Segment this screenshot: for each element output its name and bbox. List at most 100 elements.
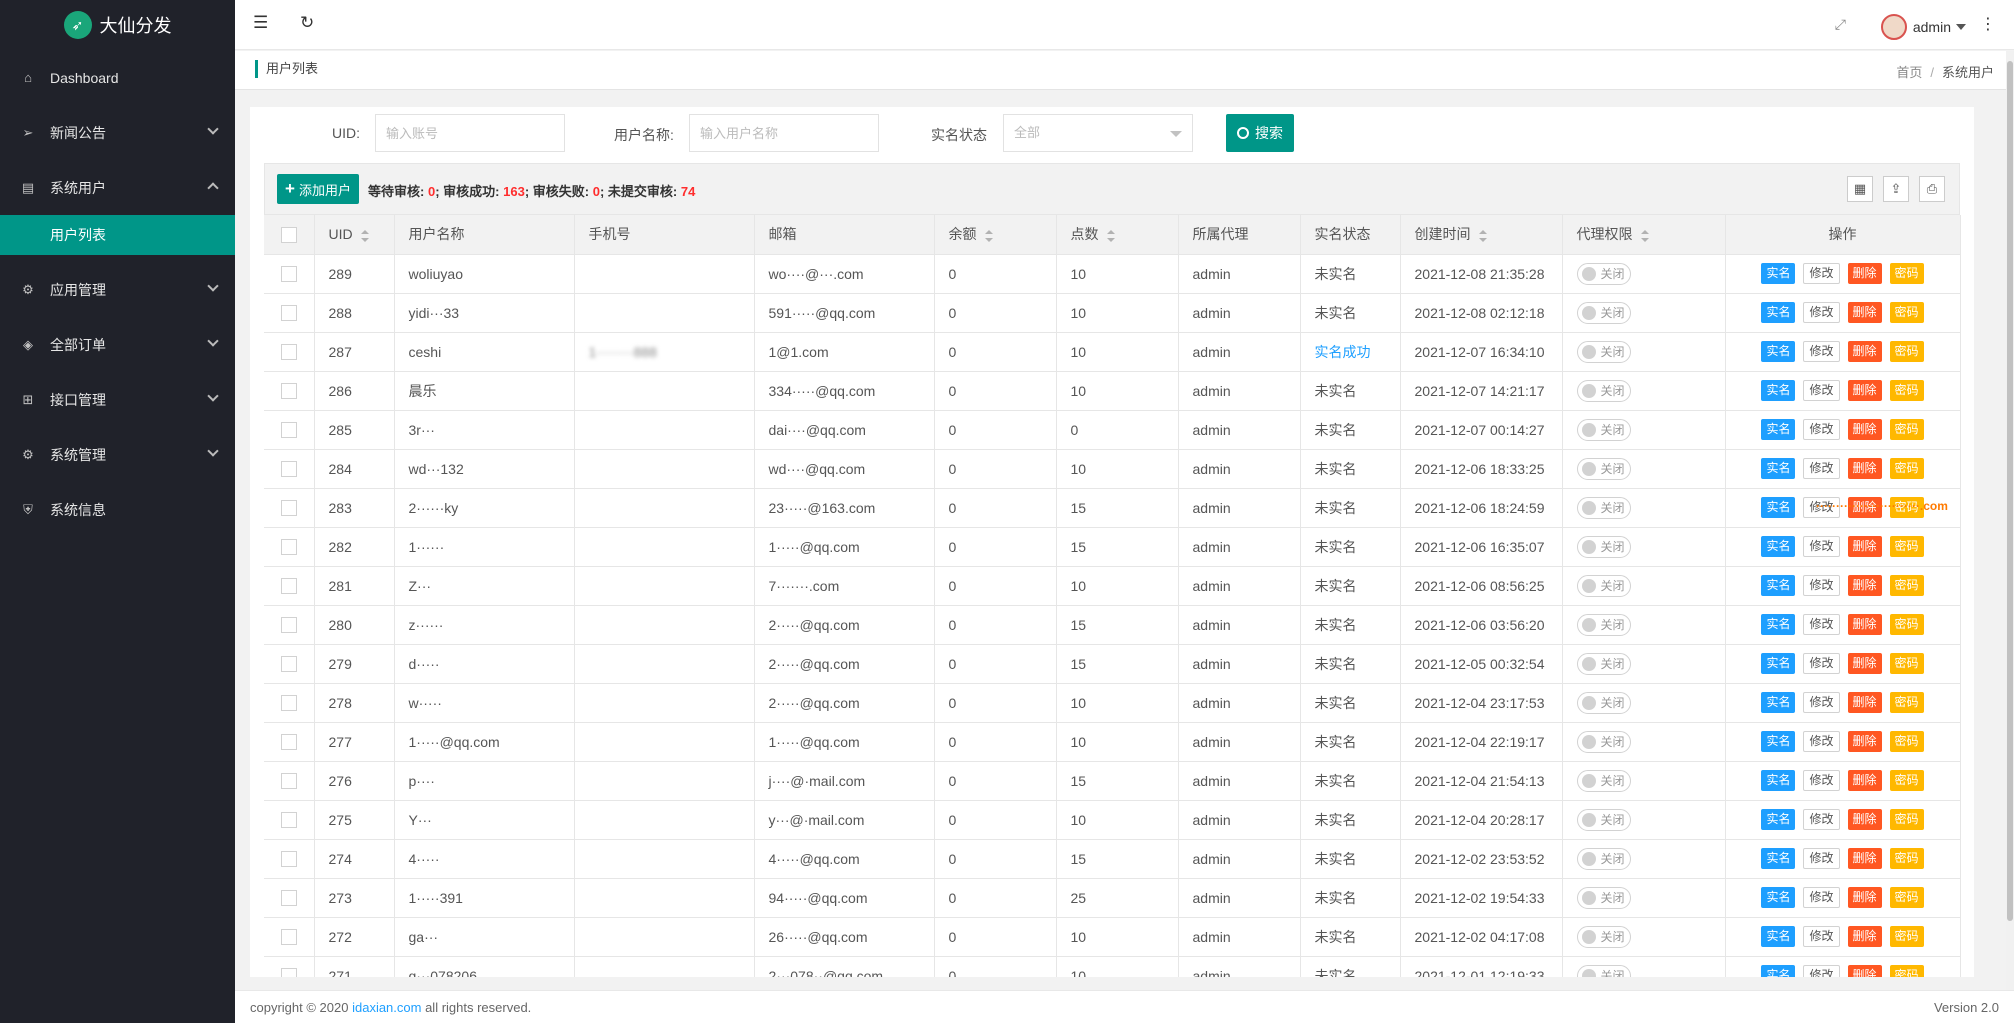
agent-permission-toggle[interactable]: 关闭: [1576, 535, 1631, 558]
uid-input[interactable]: [375, 114, 565, 152]
agent-permission-toggle[interactable]: 关闭: [1576, 847, 1631, 870]
sort-icon[interactable]: [1106, 229, 1115, 242]
delete-button[interactable]: 删除: [1847, 458, 1882, 479]
edit-button[interactable]: 修改: [1803, 770, 1840, 791]
password-button[interactable]: 密码: [1889, 692, 1924, 713]
sort-icon[interactable]: [1478, 229, 1487, 242]
sidebar-item-apps[interactable]: ⚙ 应用管理: [0, 262, 235, 317]
password-button[interactable]: 密码: [1889, 263, 1924, 284]
sidebar-item-system-manage[interactable]: ⚙ 系统管理: [0, 427, 235, 482]
password-button[interactable]: 密码: [1889, 848, 1924, 869]
edit-button[interactable]: 修改: [1803, 380, 1840, 401]
breadcrumb-home[interactable]: 首页: [1896, 65, 1922, 80]
row-checkbox[interactable]: [280, 890, 297, 907]
verify-button[interactable]: 实名: [1761, 263, 1796, 284]
verify-button[interactable]: 实名: [1761, 380, 1796, 401]
password-button[interactable]: 密码: [1889, 926, 1924, 947]
fullscreen-icon[interactable]: ⤢: [1835, 16, 1846, 33]
sidebar-item-system-users[interactable]: ▤ 系统用户: [0, 160, 235, 215]
delete-button[interactable]: 删除: [1847, 965, 1882, 977]
row-checkbox[interactable]: [280, 773, 297, 790]
verify-button[interactable]: 实名: [1761, 614, 1796, 635]
delete-button[interactable]: 删除: [1847, 302, 1882, 323]
sort-icon[interactable]: [1640, 229, 1649, 242]
delete-button[interactable]: 删除: [1847, 692, 1882, 713]
delete-button[interactable]: 删除: [1847, 887, 1882, 908]
agent-permission-toggle[interactable]: 关闭: [1576, 730, 1631, 753]
row-checkbox[interactable]: [280, 383, 297, 400]
password-button[interactable]: 密码: [1889, 536, 1924, 557]
agent-permission-toggle[interactable]: 关闭: [1576, 574, 1631, 597]
agent-permission-toggle[interactable]: 关闭: [1576, 808, 1631, 831]
verify-button[interactable]: 实名: [1761, 302, 1796, 323]
page-scrollbar[interactable]: [2006, 51, 2014, 991]
delete-button[interactable]: 删除: [1847, 341, 1882, 362]
password-button[interactable]: 密码: [1889, 770, 1924, 791]
col-uid[interactable]: UID: [314, 215, 395, 255]
row-checkbox[interactable]: [280, 695, 297, 712]
sidebar-item-orders[interactable]: ◈ 全部订单: [0, 317, 235, 372]
username-input[interactable]: [689, 114, 879, 152]
collapse-menu-icon[interactable]: ☰: [253, 13, 268, 33]
verify-button[interactable]: 实名: [1761, 809, 1796, 830]
user-menu[interactable]: admin: [1880, 14, 1966, 40]
verify-button[interactable]: 实名: [1761, 731, 1796, 752]
edit-button[interactable]: 修改: [1803, 341, 1840, 362]
delete-button[interactable]: 删除: [1847, 731, 1882, 752]
columns-icon[interactable]: ▦: [1847, 176, 1873, 202]
agent-permission-toggle[interactable]: 关闭: [1576, 652, 1631, 675]
row-checkbox[interactable]: [280, 344, 297, 361]
agent-permission-toggle[interactable]: 关闭: [1576, 496, 1631, 519]
sidebar-item-api[interactable]: ⊞ 接口管理: [0, 372, 235, 427]
delete-button[interactable]: 删除: [1847, 575, 1882, 596]
password-button[interactable]: 密码: [1889, 809, 1924, 830]
sidebar-subitem-user-list[interactable]: 用户列表: [0, 215, 235, 255]
delete-button[interactable]: 删除: [1847, 614, 1882, 635]
edit-button[interactable]: 修改: [1803, 965, 1840, 977]
sort-icon[interactable]: [984, 229, 993, 242]
edit-button[interactable]: 修改: [1803, 692, 1840, 713]
delete-button[interactable]: 删除: [1847, 419, 1882, 440]
status-select[interactable]: 全部: [1003, 114, 1193, 152]
delete-button[interactable]: 删除: [1847, 263, 1882, 284]
verify-button[interactable]: 实名: [1761, 575, 1796, 596]
row-checkbox[interactable]: [280, 422, 297, 439]
delete-button[interactable]: 删除: [1847, 770, 1882, 791]
sidebar-item-news[interactable]: ➢ 新闻公告: [0, 105, 235, 160]
agent-permission-toggle[interactable]: 关闭: [1576, 340, 1631, 363]
password-button[interactable]: 密码: [1889, 653, 1924, 674]
verify-button[interactable]: 实名: [1761, 887, 1796, 908]
more-icon[interactable]: ⋮: [1980, 14, 1996, 34]
edit-button[interactable]: 修改: [1803, 926, 1840, 947]
row-checkbox[interactable]: [280, 656, 297, 673]
row-checkbox[interactable]: [280, 851, 297, 868]
agent-permission-toggle[interactable]: 关闭: [1576, 301, 1631, 324]
delete-button[interactable]: 删除: [1847, 926, 1882, 947]
edit-button[interactable]: 修改: [1803, 731, 1840, 752]
edit-button[interactable]: 修改: [1803, 458, 1840, 479]
password-button[interactable]: 密码: [1889, 731, 1924, 752]
export-icon[interactable]: ⇪: [1883, 176, 1909, 202]
agent-permission-toggle[interactable]: 关闭: [1576, 262, 1631, 285]
verify-button[interactable]: 实名: [1761, 536, 1796, 557]
edit-button[interactable]: 修改: [1803, 302, 1840, 323]
print-icon[interactable]: ⎙: [1919, 176, 1945, 202]
edit-button[interactable]: 修改: [1803, 263, 1840, 284]
password-button[interactable]: 密码: [1889, 887, 1924, 908]
verify-button[interactable]: 实名: [1761, 692, 1796, 713]
verify-button[interactable]: 实名: [1761, 926, 1796, 947]
sidebar-item-system-info[interactable]: ⛨ 系统信息: [0, 482, 235, 537]
agent-permission-toggle[interactable]: 关闭: [1576, 925, 1631, 948]
verify-button[interactable]: 实名: [1761, 770, 1796, 791]
password-button[interactable]: 密码: [1889, 458, 1924, 479]
row-checkbox[interactable]: [280, 266, 297, 283]
row-checkbox[interactable]: [280, 812, 297, 829]
edit-button[interactable]: 修改: [1803, 419, 1840, 440]
app-logo[interactable]: ➶ 大仙分发: [0, 0, 235, 50]
edit-button[interactable]: 修改: [1803, 848, 1840, 869]
delete-button[interactable]: 删除: [1847, 653, 1882, 674]
row-checkbox[interactable]: [280, 305, 297, 322]
col-balance[interactable]: 余额: [934, 215, 1057, 255]
password-button[interactable]: 密码: [1889, 965, 1924, 977]
verify-button[interactable]: 实名: [1761, 458, 1796, 479]
